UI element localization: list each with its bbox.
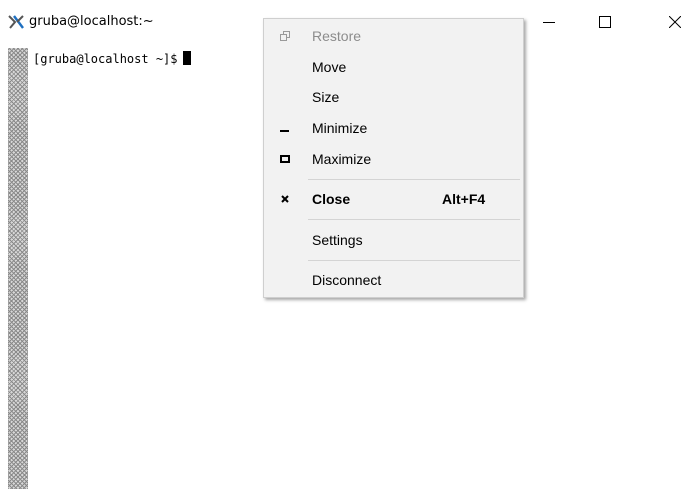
menu-item-size[interactable]: Size	[264, 82, 523, 112]
close-icon	[278, 192, 292, 206]
menu-item-settings[interactable]: Settings	[264, 225, 523, 255]
maximize-icon	[599, 16, 611, 28]
menu-item-disconnect[interactable]: Disconnect	[264, 265, 523, 295]
restore-icon	[278, 29, 292, 43]
menu-item-minimize[interactable]: Minimize	[264, 113, 523, 143]
menu-item-label: Disconnect	[312, 272, 382, 288]
menu-item-close[interactable]: Close Alt+F4	[264, 184, 523, 214]
menu-separator	[308, 260, 520, 261]
menu-item-label: Close	[312, 191, 351, 207]
menu-item-label: Minimize	[312, 120, 368, 136]
menu-item-label: Move	[312, 59, 347, 75]
close-shortcut: Alt+F4	[442, 191, 486, 207]
x-app-icon[interactable]	[7, 13, 25, 31]
text-cursor	[182, 51, 191, 65]
menu-separator	[308, 219, 520, 220]
menu-item-label: Settings	[312, 232, 363, 248]
menu-item-maximize[interactable]: Maximize	[264, 144, 523, 174]
menu-separator	[308, 179, 520, 180]
menu-item-move[interactable]: Move	[264, 52, 523, 82]
maximize-icon	[278, 152, 292, 166]
close-button[interactable]	[652, 0, 698, 44]
menu-item-label: Maximize	[312, 151, 372, 167]
minimize-button[interactable]	[526, 0, 572, 44]
close-icon	[669, 16, 681, 28]
maximize-button[interactable]	[582, 0, 628, 44]
window-title: gruba@localhost:~	[29, 14, 154, 29]
terminal-scrollbar[interactable]	[8, 48, 28, 489]
system-context-menu: Restore Move Size Minimize Maximize Clos…	[263, 18, 524, 298]
shell-prompt: [gruba@localhost ~]$	[33, 52, 178, 66]
terminal-window: gruba@localhost:~ [gruba@localhost ~]$ R…	[0, 0, 698, 489]
shell-prompt-line: [gruba@localhost ~]$	[33, 51, 191, 67]
minimize-icon	[278, 121, 292, 135]
menu-item-label: Size	[312, 89, 340, 105]
menu-item-label: Restore	[312, 28, 362, 44]
minimize-icon	[543, 22, 555, 23]
menu-item-restore[interactable]: Restore	[264, 21, 523, 51]
